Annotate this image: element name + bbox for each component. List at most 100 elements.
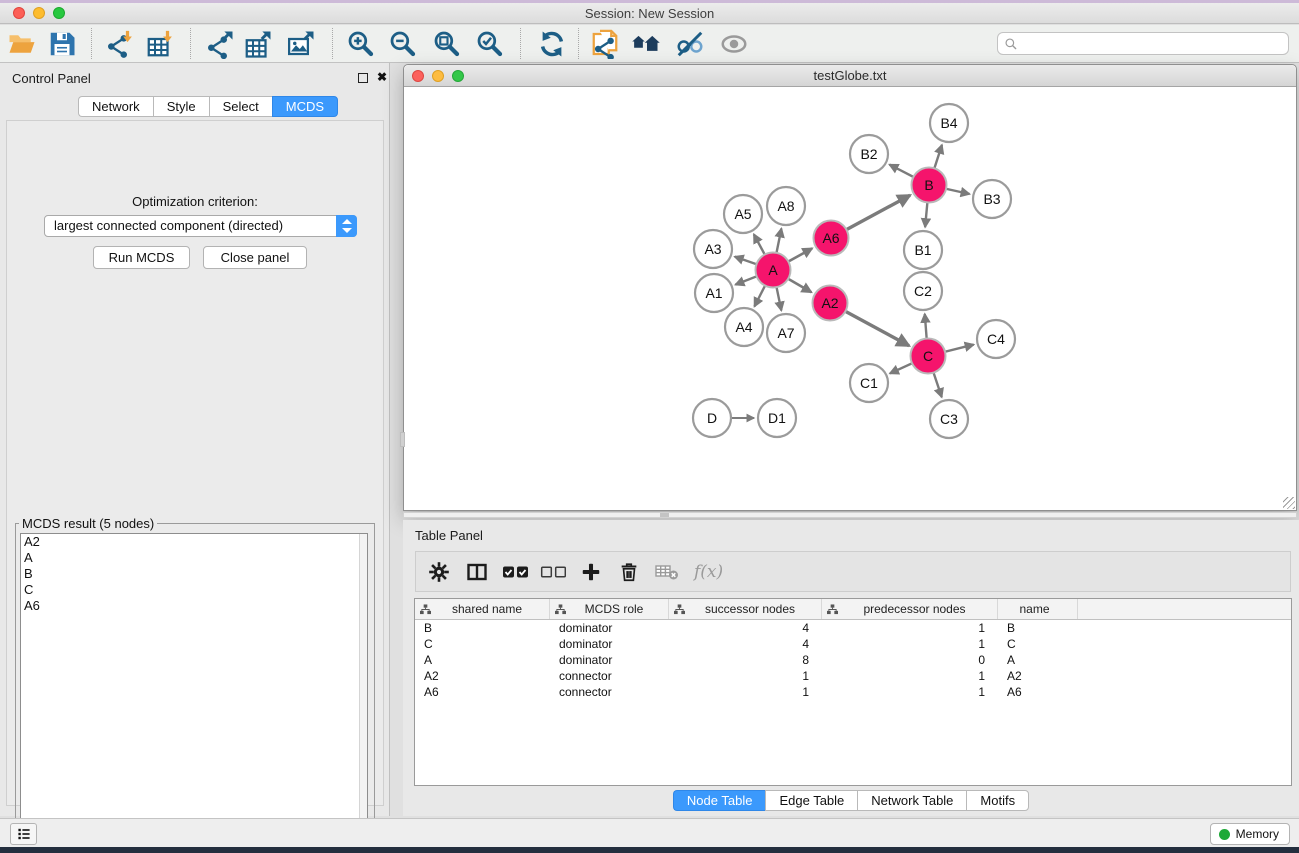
tab-network[interactable]: Network (78, 96, 153, 117)
column-header-name[interactable]: name (998, 599, 1078, 619)
hide-glasses-icon[interactable] (672, 27, 708, 61)
table-cell[interactable]: connector (550, 668, 669, 684)
graph-node-C4[interactable]: C4 (977, 320, 1015, 358)
select-all-icon[interactable] (500, 557, 530, 587)
table-cell[interactable]: 8 (669, 652, 822, 668)
table-cell[interactable]: 4 (669, 620, 822, 636)
tab-node-table[interactable]: Node Table (673, 790, 766, 811)
table-cell[interactable]: 1 (822, 668, 998, 684)
table-cell[interactable]: dominator (550, 636, 669, 652)
export-network-icon[interactable] (202, 27, 238, 61)
table-cell[interactable]: 1 (822, 636, 998, 652)
graph-node-B[interactable]: B (912, 168, 947, 203)
graph-node-D[interactable]: D (693, 399, 731, 437)
window-resize-handle[interactable] (1283, 497, 1295, 509)
float-panel-icon[interactable] (358, 73, 368, 83)
column-header-predecessor-nodes[interactable]: predecessor nodes (822, 599, 998, 619)
mcds-result-item[interactable]: A2 (21, 534, 367, 550)
task-history-button[interactable] (10, 823, 37, 845)
table-cell[interactable]: C (415, 636, 550, 652)
deselect-all-icon[interactable] (538, 557, 568, 587)
node-table[interactable]: shared nameMCDS rolesuccessor nodesprede… (414, 598, 1292, 786)
table-cell[interactable]: B (415, 620, 550, 636)
table-cell[interactable]: B (998, 620, 1078, 636)
mcds-result-item[interactable]: B (21, 566, 367, 582)
mcds-result-item[interactable]: C (21, 582, 367, 598)
table-cell[interactable]: connector (550, 684, 669, 700)
tab-mcds[interactable]: MCDS (272, 96, 338, 117)
import-network-icon[interactable] (102, 27, 138, 61)
tab-motifs[interactable]: Motifs (966, 790, 1029, 811)
graph-node-C3[interactable]: C3 (930, 400, 968, 438)
table-cell[interactable]: dominator (550, 652, 669, 668)
mcds-result-list[interactable]: A2ABCA6 (20, 533, 368, 853)
table-row[interactable]: Bdominator41B (415, 620, 1291, 636)
column-header-successor-nodes[interactable]: successor nodes (669, 599, 822, 619)
export-table-icon[interactable] (240, 27, 276, 61)
search-input[interactable] (1018, 37, 1288, 51)
table-cell[interactable]: A6 (415, 684, 550, 700)
network-graph-canvas[interactable]: AA1A2A3A4A5A6A7A8BB1B2B3B4CC1C2C3C4DD1 (405, 87, 1295, 510)
graph-node-D1[interactable]: D1 (758, 399, 796, 437)
table-cell[interactable]: 1 (669, 668, 822, 684)
graph-node-A4[interactable]: A4 (725, 308, 763, 346)
graph-node-C1[interactable]: C1 (850, 364, 888, 402)
table-cell[interactable]: C (998, 636, 1078, 652)
table-cell[interactable]: A2 (415, 668, 550, 684)
list-scrollbar[interactable] (359, 534, 367, 853)
graph-node-C2[interactable]: C2 (904, 272, 942, 310)
search-field[interactable] (997, 32, 1289, 55)
maximize-network-window-button[interactable] (452, 70, 464, 82)
table-row[interactable]: A6connector11A6 (415, 684, 1291, 700)
minimize-network-window-button[interactable] (432, 70, 444, 82)
criterion-dropdown[interactable]: largest connected component (directed) (44, 215, 357, 237)
add-icon[interactable] (576, 557, 606, 587)
graph-node-A7[interactable]: A7 (767, 314, 805, 352)
network-window-titlebar[interactable]: testGlobe.txt (404, 65, 1296, 87)
table-cell[interactable]: 1 (669, 684, 822, 700)
graph-node-B4[interactable]: B4 (930, 104, 968, 142)
tab-select[interactable]: Select (209, 96, 272, 117)
desktop-vertical-scrollbar[interactable] (400, 432, 405, 447)
function-icon[interactable]: f(x) (690, 557, 727, 587)
graph-node-A2[interactable]: A2 (813, 286, 848, 321)
table-row[interactable]: A2connector11A2 (415, 668, 1291, 684)
mcds-result-item[interactable]: A6 (21, 598, 367, 614)
table-cell[interactable]: 1 (822, 620, 998, 636)
save-session-icon[interactable] (44, 27, 80, 61)
columns-icon[interactable] (462, 557, 492, 587)
settings-icon[interactable] (424, 557, 454, 587)
column-header-MCDS-role[interactable]: MCDS role (550, 599, 669, 619)
zoom-out-icon[interactable] (385, 27, 421, 61)
tab-edge-table[interactable]: Edge Table (765, 790, 857, 811)
refresh-icon[interactable] (534, 27, 570, 61)
graph-node-A[interactable]: A (756, 253, 791, 288)
export-image-icon[interactable] (283, 27, 319, 61)
close-window-button[interactable] (13, 7, 25, 19)
column-header-shared-name[interactable]: shared name (415, 599, 550, 619)
delete-icon[interactable] (614, 557, 644, 587)
table-cell[interactable]: dominator (550, 620, 669, 636)
close-panel-button[interactable]: Close panel (203, 246, 307, 269)
close-panel-icon[interactable]: ✖ (377, 70, 387, 84)
home-icon[interactable] (628, 27, 664, 61)
delete-table-icon[interactable] (652, 557, 682, 587)
graph-node-C[interactable]: C (911, 339, 946, 374)
maximize-window-button[interactable] (53, 7, 65, 19)
graph-node-B1[interactable]: B1 (904, 231, 942, 269)
zoom-fit-icon[interactable] (429, 27, 465, 61)
import-table-icon[interactable] (142, 27, 178, 61)
tab-style[interactable]: Style (153, 96, 209, 117)
tab-network-table[interactable]: Network Table (857, 790, 966, 811)
table-cell[interactable]: A (998, 652, 1078, 668)
run-mcds-button[interactable]: Run MCDS (93, 246, 190, 269)
table-row[interactable]: Adominator80A (415, 652, 1291, 668)
table-row[interactable]: Cdominator41C (415, 636, 1291, 652)
minimize-window-button[interactable] (33, 7, 45, 19)
eye-icon[interactable] (716, 27, 752, 61)
graph-node-A6[interactable]: A6 (814, 221, 849, 256)
graph-node-A1[interactable]: A1 (695, 274, 733, 312)
desktop-horizontal-scrollbar[interactable] (403, 512, 1297, 518)
table-cell[interactable]: A6 (998, 684, 1078, 700)
graph-node-A5[interactable]: A5 (724, 195, 762, 233)
